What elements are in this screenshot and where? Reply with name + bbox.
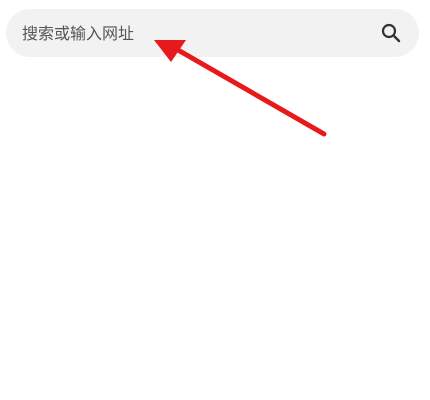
search-icon[interactable] xyxy=(379,21,403,45)
search-input[interactable] xyxy=(22,9,379,57)
annotation-arrow xyxy=(154,40,327,137)
search-bar[interactable] xyxy=(6,9,419,57)
browser-page xyxy=(0,0,430,400)
